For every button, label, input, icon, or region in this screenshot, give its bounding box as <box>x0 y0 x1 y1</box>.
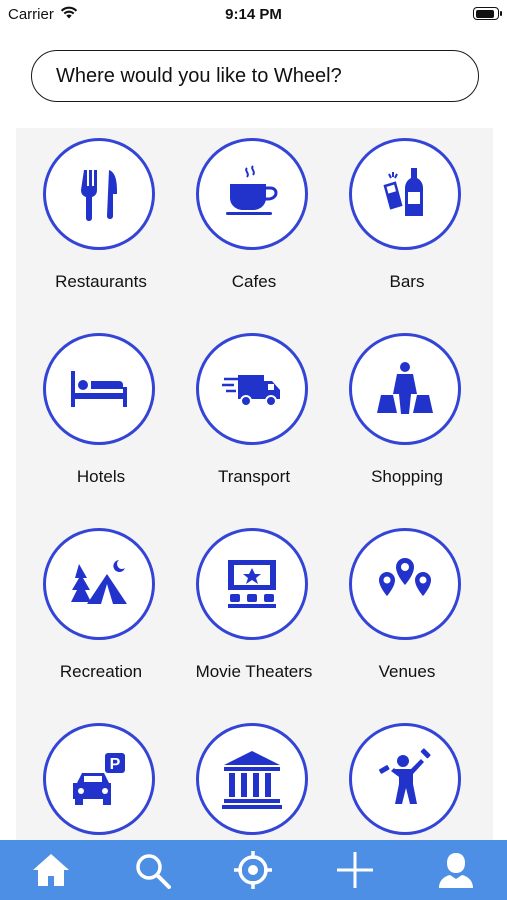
tab-search[interactable] <box>122 845 182 895</box>
map-pins-icon <box>379 558 431 596</box>
bed-icon <box>71 371 127 407</box>
category-label: Bars <box>389 272 425 291</box>
parking-car-icon: P <box>73 753 125 805</box>
category-recreation[interactable]: Recreation <box>26 518 176 698</box>
status-bar: Carrier 9:14 PM <box>0 0 507 30</box>
category-label: Venues <box>378 662 436 681</box>
tent-icon <box>71 560 127 604</box>
battery-level <box>475 9 494 18</box>
coffee-cup-icon <box>226 165 278 215</box>
category-cafes[interactable]: Cafes <box>179 128 329 308</box>
svg-text:P: P <box>110 756 121 773</box>
tab-profile[interactable] <box>426 845 486 895</box>
category-label: Transport <box>217 467 291 486</box>
shopping-bags-icon <box>377 362 433 414</box>
search-placeholder: Where would you like to Wheel? <box>56 64 342 87</box>
category-parking[interactable]: P <box>26 713 176 840</box>
category-label: Recreation <box>59 662 143 681</box>
search-input[interactable]: Where would you like to Wheel? <box>31 50 479 102</box>
truck-icon <box>222 375 280 407</box>
user-icon <box>439 853 474 888</box>
theater-icon <box>228 560 276 608</box>
category-label: Movie Theaters <box>195 662 313 681</box>
tab-home[interactable] <box>21 845 81 895</box>
category-movie-theaters[interactable]: Movie Theaters <box>179 518 329 698</box>
battery-icon <box>473 7 502 20</box>
category-venues[interactable]: Venues <box>332 518 482 698</box>
category-restaurants[interactable]: Restaurants <box>26 128 176 308</box>
fork-knife-icon <box>81 170 117 221</box>
category-fitness[interactable] <box>332 713 482 840</box>
category-label: Shopping <box>371 467 443 486</box>
tab-locate[interactable] <box>223 845 283 895</box>
target-icon <box>234 851 273 889</box>
category-shopping[interactable]: Shopping <box>332 323 482 503</box>
museum-icon <box>222 751 282 809</box>
category-label: Hotels <box>76 467 126 486</box>
category-label: Cafes <box>231 272 277 291</box>
home-icon <box>32 854 69 886</box>
category-label: Restaurants <box>55 272 147 291</box>
category-hotels[interactable]: Hotels <box>26 323 176 503</box>
category-grid: Restaurants Cafes Bars Hotels Transport … <box>16 128 493 840</box>
tab-add[interactable] <box>325 845 385 895</box>
drinks-icon <box>383 168 423 216</box>
category-museums[interactable] <box>179 713 329 840</box>
fitness-icon <box>379 748 431 804</box>
plus-icon <box>336 852 373 888</box>
category-transport[interactable]: Transport <box>179 323 329 503</box>
category-bars[interactable]: Bars <box>332 128 482 308</box>
clock: 9:14 PM <box>225 6 282 23</box>
search-icon <box>136 854 172 889</box>
tab-bar <box>0 840 507 900</box>
